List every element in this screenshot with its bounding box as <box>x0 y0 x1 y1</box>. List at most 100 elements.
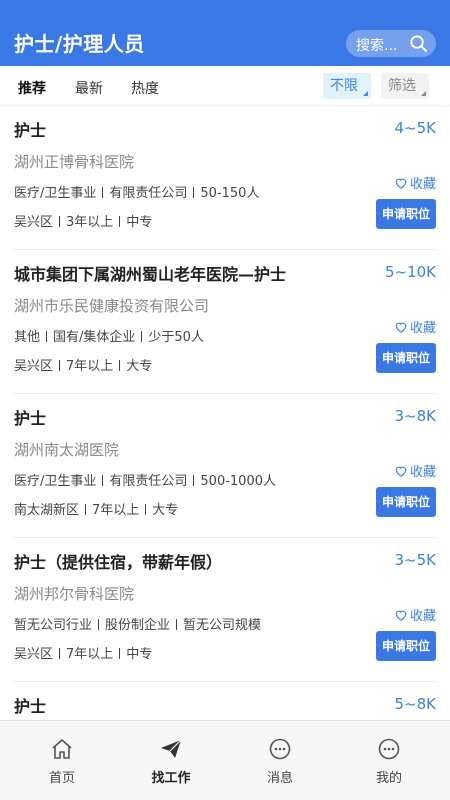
education: 中专 <box>126 647 153 662</box>
ownership: 国有/集体企业 <box>53 330 136 345</box>
district: 吴兴区 <box>14 215 54 230</box>
tab-find-job[interactable]: 找工作 <box>115 721 227 800</box>
home-icon <box>52 739 72 759</box>
job-card[interactable]: 护士 4~5K 湖州正博骨科医院 医疗/卫生事业 有限责任公司 50-150人 吴兴… <box>0 106 450 250</box>
favorite-label: 收藏 <box>409 177 436 192</box>
job-title[interactable]: 护士（提供住宿，带薪年假） <box>14 549 222 573</box>
job-list: 护士 4~5K 湖州正博骨科医院 医疗/卫生事业 有限责任公司 50-150人 吴兴… <box>0 106 450 720</box>
divider <box>145 504 147 515</box>
education: 大专 <box>126 359 153 374</box>
divider <box>119 360 121 371</box>
heart-icon <box>395 466 407 477</box>
divider <box>59 360 61 371</box>
divider <box>176 619 178 630</box>
page-title: 护士/护理人员 <box>14 32 145 56</box>
company-size: 50-150人 <box>200 186 260 201</box>
chat-bubble-icon <box>269 738 291 760</box>
divider <box>59 648 61 659</box>
job-card[interactable]: 护士 3~8K 湖州南太湖医院 医疗/卫生事业 有限责任公司 500-1000人 南… <box>0 394 450 538</box>
education: 大专 <box>152 503 179 518</box>
divider <box>46 331 48 342</box>
industry: 医疗/卫生事业 <box>14 186 97 201</box>
favorite-button[interactable]: 收藏 <box>394 317 436 336</box>
tab-popularity[interactable]: 热度 <box>131 78 159 98</box>
job-salary: 3~5K <box>394 551 437 569</box>
district: 南太湖新区 <box>14 503 80 518</box>
company-info: 暂无公司行业 股份制企业 暂无公司规模 <box>14 614 261 633</box>
filter-dropdown[interactable]: 筛选 <box>381 73 429 99</box>
divider <box>193 475 195 486</box>
job-title[interactable]: 城市集团下属湖州蜀山老年医院—护士 <box>14 261 286 285</box>
tab-label: 首页 <box>48 771 75 786</box>
company-name[interactable]: 湖州正博骨科医院 <box>14 151 134 172</box>
favorite-label: 收藏 <box>409 321 436 336</box>
divider <box>85 504 87 515</box>
ownership: 有限责任公司 <box>109 186 188 201</box>
company-name[interactable]: 湖州邦尔骨科医院 <box>14 583 134 604</box>
industry: 医疗/卫生事业 <box>14 474 97 489</box>
job-title[interactable]: 护士 <box>14 117 46 141</box>
nolimit-dropdown[interactable]: 不限 <box>323 73 371 99</box>
tab-recommend[interactable]: 推荐 <box>18 78 46 98</box>
filter-label: 筛选 <box>388 78 416 94</box>
apply-button[interactable]: 申请职位 <box>376 631 436 661</box>
apply-button[interactable]: 申请职位 <box>376 199 436 229</box>
company-name[interactable]: 湖州市乐民健康投资有限公司 <box>14 295 209 316</box>
job-salary: 4~5K <box>394 119 437 137</box>
apply-button[interactable]: 申请职位 <box>376 487 436 517</box>
tab-home[interactable]: 首页 <box>6 721 118 800</box>
divider <box>98 619 100 630</box>
search-placeholder[interactable]: 搜索... <box>356 35 397 55</box>
company-info: 医疗/卫生事业 有限责任公司 500-1000人 <box>14 470 276 489</box>
company-size: 暂无公司规模 <box>183 618 262 633</box>
job-title[interactable]: 护士 <box>14 693 46 717</box>
divider <box>141 331 143 342</box>
ownership: 有限责任公司 <box>109 474 188 489</box>
tab-messages[interactable]: 消息 <box>224 721 336 800</box>
heart-icon <box>395 178 407 189</box>
industry: 其他 <box>14 330 41 345</box>
job-requirements: 南太湖新区 7年以上 大专 <box>14 499 178 518</box>
more-dots-icon <box>378 738 400 760</box>
divider <box>102 475 104 486</box>
job-salary: 5~8K <box>394 695 437 713</box>
experience: 7年以上 <box>92 503 140 518</box>
tab-me[interactable]: 我的 <box>333 721 445 800</box>
bottom-tab-bar: 首页 找工作 消息 我的 <box>0 720 450 800</box>
dropdown-corner-icon <box>421 91 426 96</box>
company-size: 500-1000人 <box>200 474 276 489</box>
favorite-button[interactable]: 收藏 <box>394 605 436 624</box>
tab-label: 消息 <box>266 771 293 786</box>
job-title[interactable]: 护士 <box>14 405 46 429</box>
job-requirements: 吴兴区 7年以上 中专 <box>14 643 152 662</box>
company-info: 医疗/卫生事业 有限责任公司 50-150人 <box>14 182 259 201</box>
favorite-button[interactable]: 收藏 <box>394 173 436 192</box>
job-salary: 5~10K <box>384 263 436 281</box>
job-card[interactable]: 护士 5~8K <box>0 682 450 720</box>
filter-bar: 推荐 最新 热度 不限 筛选 <box>0 66 450 106</box>
district: 吴兴区 <box>14 647 54 662</box>
company-name[interactable]: 湖州南太湖医院 <box>14 439 119 460</box>
favorite-label: 收藏 <box>409 609 436 624</box>
paper-plane-icon <box>161 739 182 758</box>
nolimit-label: 不限 <box>330 78 358 94</box>
divider <box>119 216 121 227</box>
job-salary: 3~8K <box>394 407 437 425</box>
search-box[interactable]: 搜索... <box>346 30 436 57</box>
company-size: 少于50人 <box>148 330 204 345</box>
divider <box>193 187 195 198</box>
job-card[interactable]: 城市集团下属湖州蜀山老年医院—护士 5~10K 湖州市乐民健康投资有限公司 其他… <box>0 250 450 394</box>
dropdown-corner-icon <box>363 91 368 96</box>
search-icon[interactable] <box>409 34 428 53</box>
tab-label: 我的 <box>375 771 402 786</box>
heart-icon <box>395 610 407 621</box>
tab-latest[interactable]: 最新 <box>75 78 103 98</box>
heart-icon <box>395 322 407 333</box>
job-card[interactable]: 护士（提供住宿，带薪年假） 3~5K 湖州邦尔骨科医院 暂无公司行业 股份制企业暂… <box>0 538 450 682</box>
favorite-button[interactable]: 收藏 <box>394 461 436 480</box>
education: 中专 <box>126 215 153 230</box>
favorite-label: 收藏 <box>409 465 436 480</box>
apply-button[interactable]: 申请职位 <box>376 343 436 373</box>
divider <box>59 216 61 227</box>
job-requirements: 吴兴区 3年以上 中专 <box>14 211 152 230</box>
